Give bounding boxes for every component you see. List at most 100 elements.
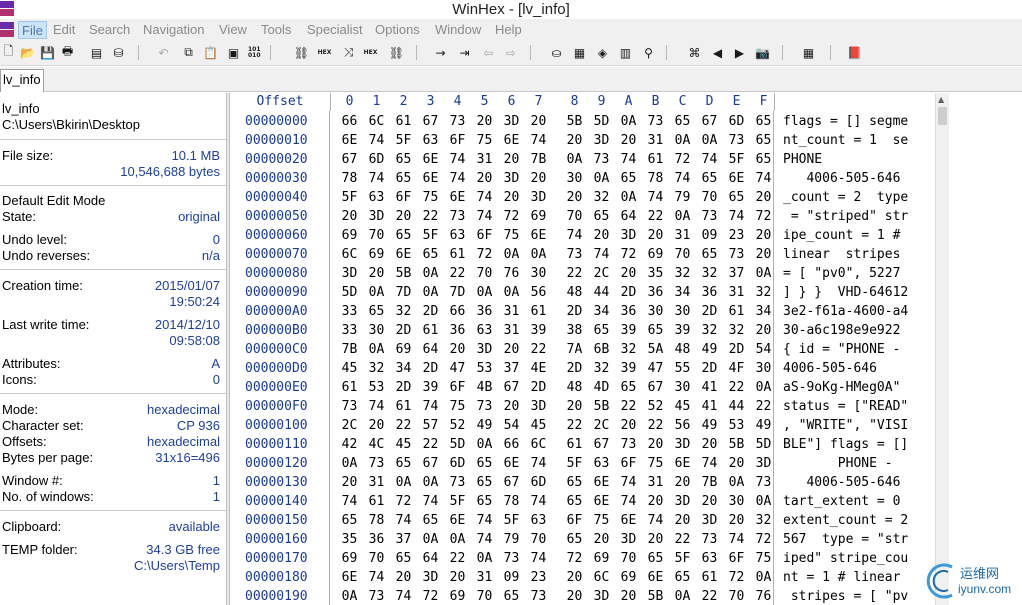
hex-byte[interactable]: 61	[444, 245, 471, 264]
hex-byte[interactable]: 70	[471, 264, 498, 283]
hex-byte[interactable]: 36	[471, 302, 498, 321]
hex-byte[interactable]: 49	[696, 340, 723, 359]
hex-byte[interactable]: 65	[696, 245, 723, 264]
hex-byte[interactable]: 20	[363, 416, 390, 435]
hex-byte[interactable]: 65	[561, 530, 588, 549]
hex-byte[interactable]: 20	[561, 568, 588, 587]
hex-byte[interactable]: 36	[642, 283, 669, 302]
hex-byte[interactable]: 53	[471, 359, 498, 378]
hex-byte[interactable]: 78	[336, 169, 363, 188]
hex-byte[interactable]: 72	[498, 207, 525, 226]
hex-byte[interactable]: 0A	[417, 530, 444, 549]
hex-byte[interactable]: 32	[696, 321, 723, 340]
hex-byte[interactable]: 7B	[696, 473, 723, 492]
hex-byte[interactable]: 72	[723, 568, 750, 587]
hex-byte[interactable]: 74	[615, 150, 642, 169]
hex-byte[interactable]: 4B	[471, 378, 498, 397]
hex-byte[interactable]: 75	[417, 188, 444, 207]
hex-byte[interactable]: 74	[525, 549, 552, 568]
hex-byte[interactable]: 20	[615, 264, 642, 283]
hex-byte[interactable]: 20	[615, 587, 642, 605]
hex-byte[interactable]: 67	[498, 473, 525, 492]
hex-byte[interactable]: 5F	[498, 511, 525, 530]
hex-byte[interactable]: 5A	[642, 340, 669, 359]
hex-byte[interactable]: 7B	[336, 340, 363, 359]
hex-byte[interactable]: 65	[669, 112, 696, 131]
hex-byte[interactable]: 72	[750, 530, 777, 549]
hex-byte[interactable]: 22	[444, 549, 471, 568]
hex-byte[interactable]: 2D	[525, 378, 552, 397]
hex-byte[interactable]: 5D	[336, 283, 363, 302]
hex-byte[interactable]: 65	[471, 454, 498, 473]
hex-byte[interactable]: 44	[588, 283, 615, 302]
row-offset[interactable]: 00000100	[245, 416, 308, 435]
hex-byte[interactable]: 30	[363, 321, 390, 340]
hex-byte[interactable]: 65	[750, 131, 777, 150]
hex-byte[interactable]: 73	[471, 397, 498, 416]
hex-byte[interactable]: 0A	[696, 131, 723, 150]
hex-byte[interactable]: 74	[750, 169, 777, 188]
hex-byte[interactable]: 67	[498, 378, 525, 397]
hex-byte[interactable]: 47	[642, 359, 669, 378]
hex-byte[interactable]: 0A	[750, 492, 777, 511]
hex-byte[interactable]: 20	[336, 473, 363, 492]
hex-byte[interactable]: 39	[615, 321, 642, 340]
open-folder-icon[interactable]: 📂	[19, 44, 36, 61]
hex-byte[interactable]: 2D	[561, 302, 588, 321]
hex-byte[interactable]: 73	[696, 530, 723, 549]
hex-byte[interactable]: 22	[696, 587, 723, 605]
hex-byte[interactable]: 3D	[615, 530, 642, 549]
hex-byte[interactable]: 37	[723, 264, 750, 283]
hex-byte[interactable]: 20	[696, 492, 723, 511]
hex-byte[interactable]: 65	[750, 112, 777, 131]
hex-byte[interactable]: 75	[642, 454, 669, 473]
hex-byte[interactable]: 6F	[444, 131, 471, 150]
hex-byte[interactable]: 3D	[417, 568, 444, 587]
hex-byte[interactable]: 2C	[588, 264, 615, 283]
hex-byte[interactable]: 67	[336, 150, 363, 169]
hex-byte[interactable]: 63	[525, 511, 552, 530]
hex-byte[interactable]: 69	[390, 340, 417, 359]
hex-byte[interactable]: 0A	[750, 378, 777, 397]
hex-byte[interactable]: 70	[525, 530, 552, 549]
ram-editor-icon[interactable]: ▦	[571, 44, 588, 61]
hex-byte[interactable]: 6E	[498, 454, 525, 473]
row-text[interactable]: status = ["READ"	[783, 397, 908, 416]
hex-byte[interactable]: 3D	[588, 587, 615, 605]
menu-edit[interactable]: Edit	[50, 21, 78, 39]
hex-byte[interactable]: 32	[696, 264, 723, 283]
replace-hex-icon[interactable]: HEX	[362, 44, 379, 61]
hex-byte[interactable]: 5F	[417, 226, 444, 245]
next-icon[interactable]: ▶	[731, 44, 748, 61]
hex-byte[interactable]: 5D	[444, 435, 471, 454]
hex-byte[interactable]: 3D	[525, 188, 552, 207]
hex-byte[interactable]: 64	[417, 340, 444, 359]
hex-byte[interactable]: 49	[750, 416, 777, 435]
hex-byte[interactable]: 3D	[750, 454, 777, 473]
hex-byte[interactable]: 2D	[696, 359, 723, 378]
hex-byte[interactable]: 73	[588, 150, 615, 169]
hex-byte[interactable]: 48	[561, 283, 588, 302]
hex-byte[interactable]: 0A	[525, 245, 552, 264]
hex-byte[interactable]: 5B	[642, 587, 669, 605]
hex-byte[interactable]: 66	[444, 302, 471, 321]
hex-byte[interactable]: 70	[561, 207, 588, 226]
hex-byte[interactable]: 73	[363, 454, 390, 473]
hex-byte[interactable]: 22	[615, 397, 642, 416]
row-offset[interactable]: 000000E0	[245, 378, 308, 397]
hex-byte[interactable]: 78	[498, 492, 525, 511]
hex-byte[interactable]: 32	[750, 283, 777, 302]
hex-byte[interactable]: 61	[390, 112, 417, 131]
find-icon[interactable]: ⛓	[293, 44, 310, 61]
row-offset[interactable]: 00000170	[245, 549, 308, 568]
row-text[interactable]: = "striped" str	[783, 207, 908, 226]
row-text[interactable]: 30-a6c198e9e922	[783, 321, 900, 340]
hex-byte[interactable]: 20	[723, 511, 750, 530]
hex-byte[interactable]: 75	[498, 226, 525, 245]
paste-icon[interactable]: 📋	[202, 44, 219, 61]
tab-lv-info[interactable]: lv_info	[0, 69, 44, 92]
hex-byte[interactable]: 6D	[525, 473, 552, 492]
row-offset[interactable]: 000000B0	[245, 321, 308, 340]
row-text[interactable]: PHONE	[783, 150, 822, 169]
hex-byte[interactable]: 74	[642, 188, 669, 207]
